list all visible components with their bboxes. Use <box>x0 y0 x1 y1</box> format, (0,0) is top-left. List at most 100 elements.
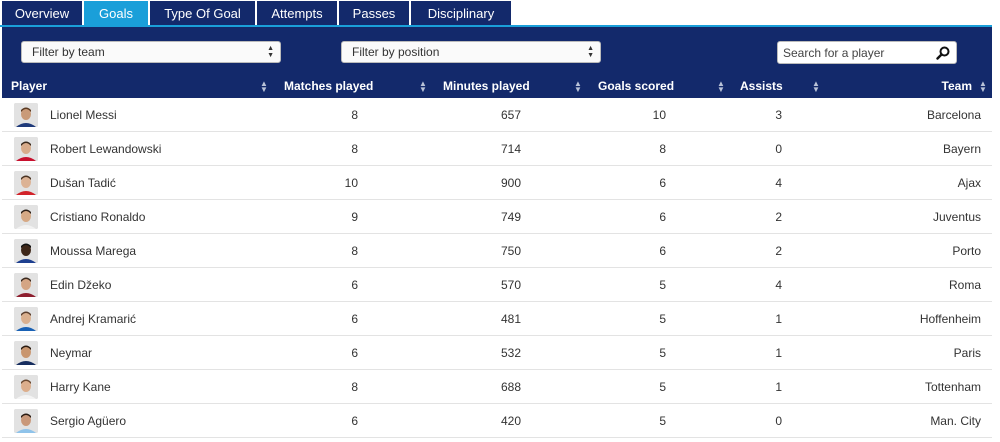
column-header-goals-scored[interactable]: Goals scored <box>598 73 674 98</box>
sort-arrows-icon[interactable]: ▲ ▼ <box>260 80 268 94</box>
player-name[interactable]: Dušan Tadić <box>50 166 116 199</box>
goals-scored-value: 5 <box>659 277 666 292</box>
player-avatar <box>14 409 38 433</box>
goals-scored-value: 5 <box>659 379 666 394</box>
minutes-played-value: 714 <box>500 141 521 156</box>
assists-value: 2 <box>775 243 782 258</box>
player-name[interactable]: Sergio Agüero <box>50 404 126 437</box>
player-avatar <box>14 205 38 229</box>
player-name[interactable]: Robert Lewandowski <box>50 132 161 165</box>
team-value: Barcelona <box>926 107 981 122</box>
team-value: Juventus <box>932 209 981 224</box>
team-value: Tottenham <box>924 379 981 394</box>
goals-scored-value: 10 <box>652 107 666 122</box>
minutes-played-value: 688 <box>500 379 521 394</box>
goals-scored-value: 5 <box>659 311 666 326</box>
tab-type-of-goal[interactable]: Type Of Goal <box>150 1 255 25</box>
tab-attempts[interactable]: Attempts <box>257 1 337 25</box>
table-row[interactable]: Edin Džeko 6 570 5 4 Roma <box>2 268 992 302</box>
player-avatar <box>14 171 38 195</box>
assists-value: 4 <box>775 175 782 190</box>
assists-value: 4 <box>775 277 782 292</box>
table-row[interactable]: Harry Kane 8 688 5 1 Tottenham <box>2 370 992 404</box>
player-name[interactable]: Cristiano Ronaldo <box>50 200 145 233</box>
player-avatar <box>14 137 38 161</box>
minutes-played-value: 657 <box>500 107 521 122</box>
matches-played-value: 8 <box>351 141 358 156</box>
column-header-minutes-played[interactable]: Minutes played <box>443 73 530 98</box>
table-row[interactable]: Cristiano Ronaldo 9 749 6 2 Juventus <box>2 200 992 234</box>
matches-played-value: 8 <box>351 243 358 258</box>
player-name[interactable]: Harry Kane <box>50 370 111 403</box>
tab-passes[interactable]: Passes <box>339 1 409 25</box>
assists-value: 1 <box>775 345 782 360</box>
team-value: Ajax <box>957 175 981 190</box>
goals-scored-value: 6 <box>659 175 666 190</box>
column-header-team[interactable]: Team <box>942 73 972 98</box>
matches-played-value: 8 <box>351 107 358 122</box>
assists-value: 1 <box>775 379 782 394</box>
player-name[interactable]: Andrej Kramarić <box>50 302 136 335</box>
column-header-assists[interactable]: Assists <box>740 73 783 98</box>
player-avatar <box>14 273 38 297</box>
sort-arrows-icon[interactable]: ▲ ▼ <box>717 80 725 94</box>
players-table: Lionel Messi 8 657 10 3 Barcelona Robert… <box>2 98 992 438</box>
minutes-played-value: 481 <box>500 311 521 326</box>
team-filter-label: Filter by team <box>32 45 105 59</box>
column-header-player[interactable]: Player <box>11 73 47 98</box>
player-search-input[interactable] <box>778 42 928 63</box>
assists-value: 1 <box>775 311 782 326</box>
player-search-box <box>777 41 957 64</box>
table-row[interactable]: Robert Lewandowski 8 714 8 0 Bayern <box>2 132 992 166</box>
player-avatar <box>14 375 38 399</box>
goals-scored-value: 6 <box>659 209 666 224</box>
goals-scored-value: 6 <box>659 243 666 258</box>
goals-scored-value: 8 <box>659 141 666 156</box>
position-filter-select[interactable]: Filter by position ▲ ▼ <box>341 41 601 63</box>
assists-value: 0 <box>775 141 782 156</box>
column-header-matches-played[interactable]: Matches played <box>284 73 373 98</box>
table-row[interactable]: Andrej Kramarić 6 481 5 1 Hoffenheim <box>2 302 992 336</box>
matches-played-value: 8 <box>351 379 358 394</box>
matches-played-value: 6 <box>351 345 358 360</box>
tab-goals[interactable]: Goals <box>84 1 148 25</box>
team-value: Paris <box>953 345 981 360</box>
stats-tabs: Overview Goals Type Of Goal Attempts Pas… <box>2 1 513 26</box>
player-avatar <box>14 239 38 263</box>
table-row[interactable]: Neymar 6 532 5 1 Paris <box>2 336 992 370</box>
team-value: Bayern <box>942 141 981 156</box>
position-filter-label: Filter by position <box>352 45 440 59</box>
sort-arrows-icon[interactable]: ▲ ▼ <box>419 80 427 94</box>
player-avatar <box>14 307 38 331</box>
table-row[interactable]: Dušan Tadić 10 900 6 4 Ajax <box>2 166 992 200</box>
player-avatar <box>14 103 38 127</box>
player-name[interactable]: Lionel Messi <box>50 98 117 131</box>
table-row[interactable]: Lionel Messi 8 657 10 3 Barcelona <box>2 98 992 132</box>
minutes-played-value: 900 <box>500 175 521 190</box>
search-icon[interactable] <box>936 46 950 60</box>
minutes-played-value: 420 <box>500 413 521 428</box>
filter-panel: Filter by team ▲ ▼ Filter by position ▲ ▼ … <box>2 27 992 98</box>
minutes-played-value: 532 <box>500 345 521 360</box>
team-value: Roma <box>948 277 981 292</box>
tab-overview[interactable]: Overview <box>2 1 82 25</box>
tab-disciplinary[interactable]: Disciplinary <box>411 1 511 25</box>
select-arrows-icon: ▲ ▼ <box>267 45 274 59</box>
matches-played-value: 10 <box>344 175 358 190</box>
team-value: Hoffenheim <box>919 311 981 326</box>
select-arrows-icon: ▲ ▼ <box>587 45 594 59</box>
sort-arrows-icon[interactable]: ▲ ▼ <box>812 80 820 94</box>
table-row[interactable]: Sergio Agüero 6 420 5 0 Man. City <box>2 404 992 438</box>
team-filter-select[interactable]: Filter by team ▲ ▼ <box>21 41 281 63</box>
player-name[interactable]: Moussa Marega <box>50 234 136 267</box>
minutes-played-value: 750 <box>500 243 521 258</box>
matches-played-value: 6 <box>351 311 358 326</box>
goals-scored-value: 5 <box>659 345 666 360</box>
player-name[interactable]: Edin Džeko <box>50 268 111 301</box>
matches-played-value: 9 <box>351 209 358 224</box>
player-name[interactable]: Neymar <box>50 336 92 369</box>
matches-played-value: 6 <box>351 413 358 428</box>
sort-arrows-icon[interactable]: ▲ ▼ <box>979 80 987 94</box>
sort-arrows-icon[interactable]: ▲ ▼ <box>574 80 582 94</box>
table-row[interactable]: Moussa Marega 8 750 6 2 Porto <box>2 234 992 268</box>
